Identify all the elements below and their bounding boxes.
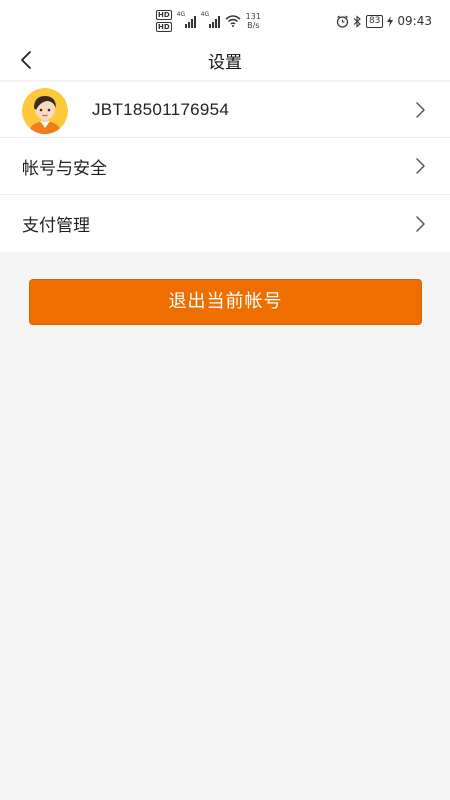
signal-1-label: 4G (176, 11, 186, 18)
chevron-right-icon (416, 215, 425, 232)
menu-item-payment-management[interactable]: 支付管理 (0, 195, 450, 252)
menu-item-account-security-label: 帐号与安全 (22, 158, 107, 179)
profile-username: JBT18501176954 (92, 100, 230, 119)
wifi-icon (225, 15, 241, 27)
profile-row[interactable]: JBT18501176954 (0, 82, 450, 138)
network-speed: 131 B/s (246, 12, 261, 30)
status-time: 09:43 (397, 14, 432, 28)
chevron-right-icon (416, 101, 425, 118)
status-bar-system: 83 09:43 (336, 12, 432, 30)
status-bar-network: HD HD 4G 4G 131 B/s (156, 10, 261, 32)
signal-2-icon: 4G (200, 11, 220, 28)
status-bar: HD HD 4G 4G 131 B/s 83 09:43 (0, 0, 450, 40)
alarm-icon (336, 15, 349, 28)
bluetooth-icon (353, 14, 361, 28)
menu-item-payment-management-label: 支付管理 (22, 216, 90, 236)
signal-2-label: 4G (200, 11, 210, 18)
hd-badge-top: HD (156, 10, 172, 20)
network-speed-value: 131 (245, 12, 261, 21)
hd-badge-bottom: HD (156, 22, 172, 32)
chevron-right-icon (416, 158, 425, 174)
settings-list: JBT18501176954 帐号与安全 支付管理 (0, 82, 450, 252)
signal-1-icon: 4G (176, 11, 196, 28)
nav-bar: 设置 (0, 40, 450, 80)
battery-indicator: 83 (365, 14, 384, 28)
hd-indicator: HD HD (156, 10, 172, 32)
charging-icon (387, 15, 394, 27)
logout-button[interactable]: 退出当前帐号 (29, 279, 422, 325)
page-title: 设置 (208, 53, 242, 73)
menu-item-account-security[interactable]: 帐号与安全 (0, 138, 450, 195)
avatar (22, 88, 68, 134)
network-speed-unit: B/s (247, 21, 260, 30)
